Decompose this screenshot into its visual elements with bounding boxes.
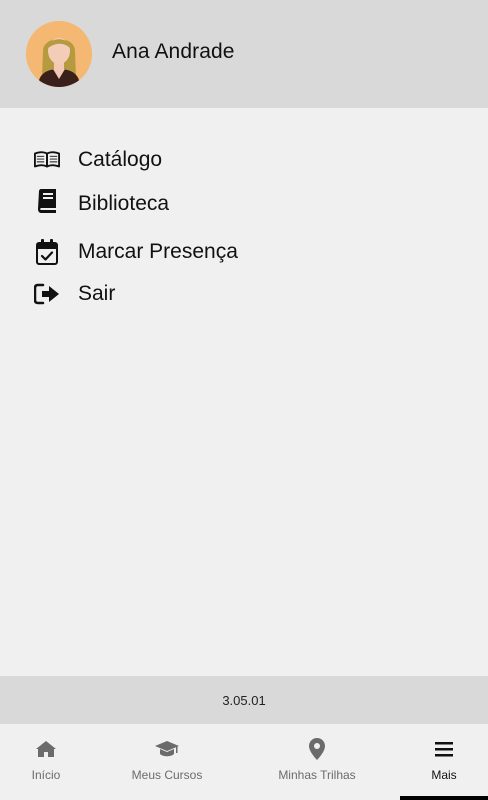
sign-out-icon bbox=[34, 281, 60, 307]
menu-item-label: Catálogo bbox=[78, 148, 163, 171]
avatar[interactable] bbox=[26, 21, 92, 87]
profile-header: Ana Andrade bbox=[0, 0, 488, 108]
menu-item-biblioteca[interactable]: Biblioteca bbox=[0, 184, 488, 224]
home-icon bbox=[35, 738, 57, 760]
version-bar: 3.05.01 bbox=[0, 676, 488, 724]
nav-meus-cursos[interactable]: Meus Cursos bbox=[112, 724, 222, 800]
menu-item-catalogo[interactable]: Catálogo bbox=[0, 140, 488, 180]
nav-label: Mais bbox=[431, 768, 457, 782]
bottom-navigation: Início Meus Cursos Minhas Trilhas Mais bbox=[0, 724, 488, 800]
nav-label: Minhas Trilhas bbox=[278, 768, 356, 782]
user-name: Ana Andrade bbox=[112, 40, 235, 63]
menu-item-label: Marcar Presença bbox=[78, 240, 238, 263]
menu-item-sair[interactable]: Sair bbox=[0, 274, 488, 314]
nav-label: Meus Cursos bbox=[131, 768, 203, 782]
graduation-cap-icon bbox=[154, 738, 180, 760]
active-tab-indicator bbox=[400, 796, 488, 800]
user-avatar-icon bbox=[26, 21, 92, 87]
nav-label: Início bbox=[31, 768, 61, 782]
menu-bars-icon bbox=[435, 738, 453, 760]
book-icon bbox=[34, 188, 60, 214]
nav-minhas-trilhas[interactable]: Minhas Trilhas bbox=[262, 724, 372, 800]
nav-mais[interactable]: Mais bbox=[400, 724, 488, 800]
app-version: 3.05.01 bbox=[222, 692, 266, 708]
menu-item-label: Biblioteca bbox=[78, 192, 170, 215]
menu-item-marcar-presenca[interactable]: Marcar Presença bbox=[0, 232, 488, 272]
nav-inicio[interactable]: Início bbox=[0, 724, 92, 800]
map-pin-icon bbox=[309, 738, 325, 760]
menu-item-label: Sair bbox=[78, 282, 116, 305]
calendar-check-icon bbox=[34, 239, 60, 265]
open-book-icon bbox=[34, 147, 60, 173]
